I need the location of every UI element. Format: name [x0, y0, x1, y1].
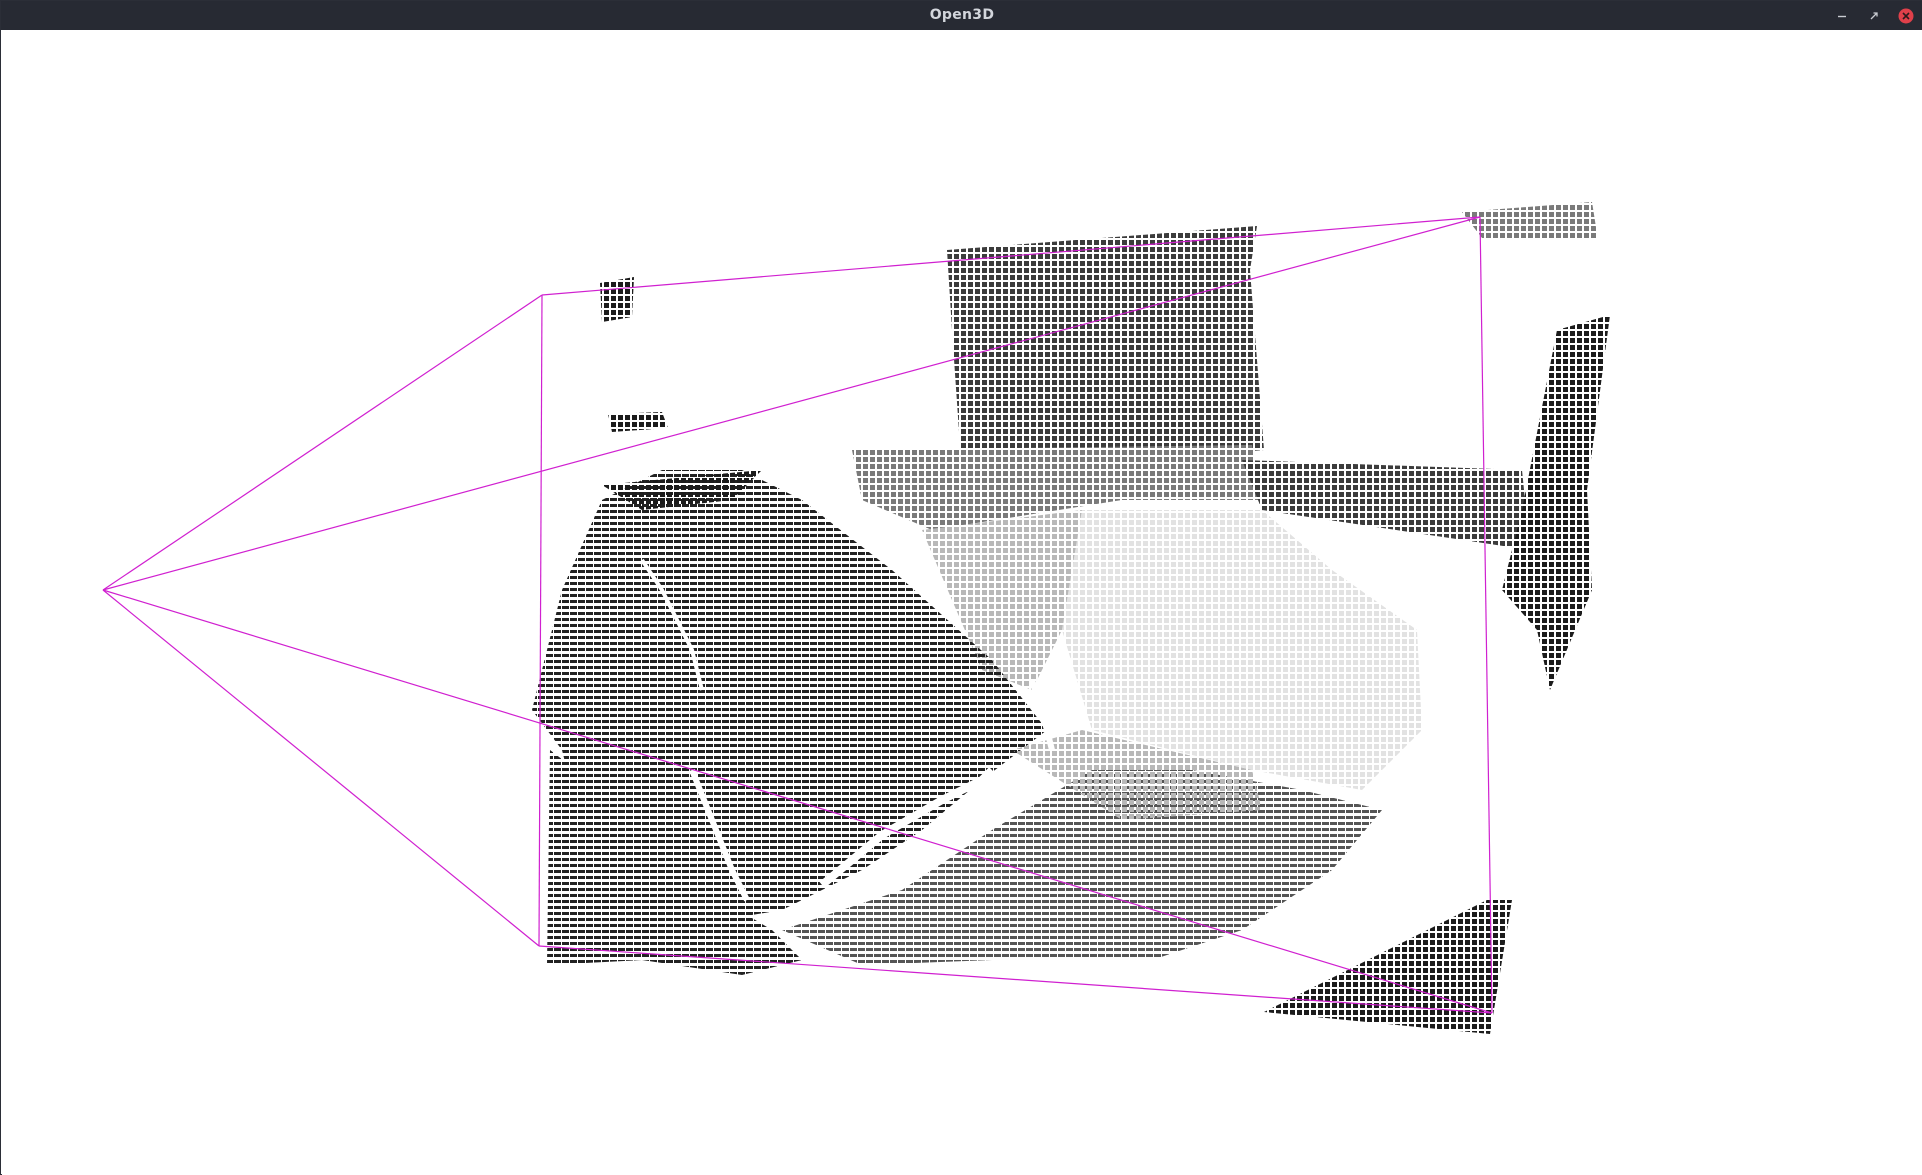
3d-viewport[interactable]: [2, 30, 1922, 1175]
point-cluster: [1462, 202, 1598, 240]
title-bar[interactable]: Open3D: [1, 1, 1922, 30]
point-cluster: [608, 412, 668, 432]
point-cloud-render[interactable]: [2, 30, 1922, 1175]
floor-right: [1264, 900, 1512, 1034]
window-controls: [1833, 1, 1915, 30]
maximize-button[interactable]: [1865, 7, 1883, 25]
open3d-window: Open3D: [0, 0, 1922, 1175]
point-cloud: [532, 202, 1610, 1034]
frustum-edge: [102, 294, 543, 591]
point-cluster: [600, 277, 634, 322]
maximize-icon: [1870, 11, 1878, 19]
minimize-button[interactable]: [1833, 7, 1851, 25]
close-button[interactable]: [1897, 7, 1915, 25]
frustum-edge: [538, 294, 543, 947]
frustum-edge: [1479, 216, 1493, 1014]
close-icon: [1898, 8, 1914, 23]
window-title: Open3D: [929, 7, 995, 23]
frustum-edge: [102, 589, 540, 947]
minimize-icon: [1838, 15, 1846, 17]
wall-segment: [947, 226, 1264, 475]
